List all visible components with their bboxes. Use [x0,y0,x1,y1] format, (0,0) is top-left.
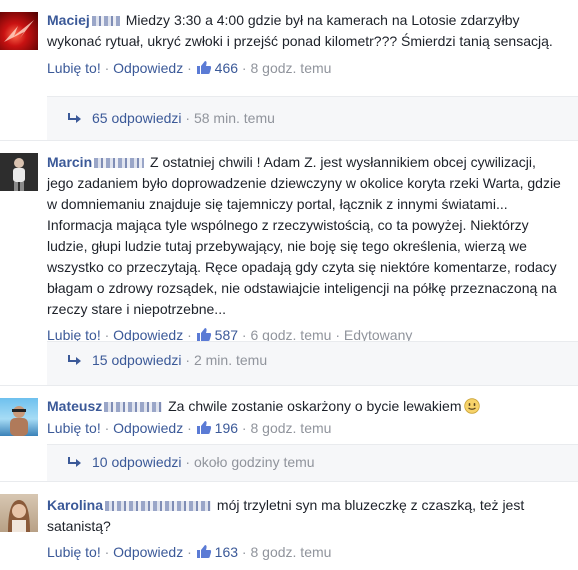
comment-karolina: Karolina mój trzyletni syn ma bluzeczkę … [0,482,578,570]
redacted-surname [91,16,120,27]
comment-maciej: Maciej Miedzy 3:30 a 4:00 gdzie był na k… [0,0,578,141]
comment-text: Za chwile zostanie oskarżony o bycie lew… [168,398,462,414]
separator: · [241,420,247,436]
reply-button[interactable]: Odpowiedz [113,60,183,76]
separator: · [104,544,110,560]
like-count-value: 196 [214,420,239,436]
separator: · [185,352,191,368]
separator: · [104,60,110,76]
thumbs-up-icon [196,545,211,558]
reply-arrow-icon [68,113,81,123]
author-name[interactable]: Marcin [47,154,92,170]
replies-link[interactable]: 10 odpowiedzi · około godziny temu [68,453,315,471]
replies-link[interactable]: 65 odpowiedzi · 58 min. temu [68,109,275,127]
comment-timestamp[interactable]: 8 godz. temu [250,60,331,76]
reply-button[interactable]: Odpowiedz [113,544,183,560]
like-count[interactable]: 163 [196,544,238,560]
like-count-value: 163 [214,544,239,560]
comment-actions: Lubię to! · Odpowiedz · 163 · 8 godz. te… [47,543,564,561]
avatar-image [8,500,30,532]
thumbs-up-icon [196,61,211,74]
comment-text-block: Mateusz Za chwile zostanie oskarżony o b… [47,396,564,417]
replies-time: około godziny temu [193,454,315,470]
avatar-image [13,158,25,191]
like-count[interactable]: 196 [196,420,238,436]
like-button[interactable]: Lubię to! [47,60,101,76]
replies-count[interactable]: 10 odpowiedzi [92,454,182,470]
like-count-value: 466 [214,60,239,76]
reply-arrow-icon [68,355,81,365]
avatar-image [10,406,28,436]
avatar[interactable] [0,12,38,50]
avatar[interactable] [0,153,38,191]
separator: · [241,60,247,76]
reply-button[interactable]: Odpowiedz [113,420,183,436]
comment-text: Miedzy 3:30 a 4:00 gdzie był na kamerach… [47,12,553,49]
replies-count[interactable]: 15 odpowiedzi [92,352,182,368]
avatar[interactable] [0,398,38,436]
author-name[interactable]: Karolina [47,497,103,513]
separator: · [241,544,247,560]
separator: · [187,544,192,560]
comment-text-block: Marcin Z ostatniej chwili ! Adam Z. jest… [47,152,564,320]
like-button[interactable]: Lubię to! [47,544,101,560]
like-button[interactable]: Lubię to! [47,420,101,436]
redacted-surname [104,402,163,413]
separator: · [185,454,191,470]
comment-timestamp[interactable]: 8 godz. temu [250,544,331,560]
separator: · [187,60,192,76]
author-name[interactable]: Maciej [47,12,90,28]
thumbs-up-icon [196,421,211,434]
separator: · [185,110,191,126]
replies-link[interactable]: 15 odpowiedzi · 2 min. temu [68,351,267,369]
redacted-surname [105,501,212,512]
replies-time: 58 min. temu [193,110,275,126]
comment-actions: Lubię to! · Odpowiedz · 466 · 8 godz. te… [47,59,564,77]
replies-time: 2 min. temu [193,352,268,368]
thumbs-up-icon [196,328,211,341]
like-count[interactable]: 466 [196,60,238,76]
comment-text-block: Karolina mój trzyletni syn ma bluzeczkę … [47,495,564,537]
comment-timestamp[interactable]: 8 godz. temu [250,420,331,436]
replies-count[interactable]: 65 odpowiedzi [92,110,182,126]
avatar[interactable] [0,494,38,532]
comment-marcin: Marcin Z ostatniej chwili ! Adam Z. jest… [0,141,578,386]
separator: · [187,420,192,436]
comment-mateusz: Mateusz Za chwile zostanie oskarżony o b… [0,386,578,482]
comment-text: Z ostatniej chwili ! Adam Z. jest wysłan… [47,154,561,317]
smile-emoji-icon [464,398,481,414]
comment-text-block: Maciej Miedzy 3:30 a 4:00 gdzie był na k… [47,10,564,52]
comment-actions: Lubię to! · Odpowiedz · 196 · 8 godz. te… [47,419,564,437]
redacted-surname [94,158,145,169]
reply-arrow-icon [68,457,81,467]
avatar-image [4,20,34,42]
author-name[interactable]: Mateusz [47,398,102,414]
separator: · [104,420,110,436]
